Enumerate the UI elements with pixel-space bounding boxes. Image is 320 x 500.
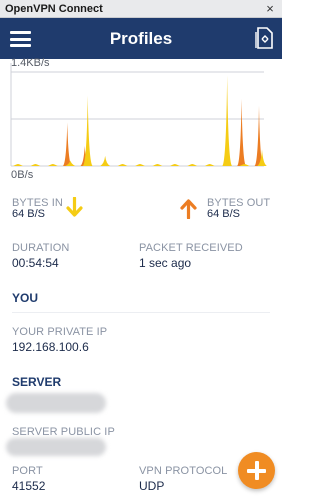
- chart-series-0-peak-11: [204, 163, 215, 166]
- server-name-redacted: [6, 393, 106, 413]
- chart-y-max-label: 1.4KB/s: [11, 58, 50, 69]
- packet-received-label: PACKET RECEIVED: [139, 242, 243, 254]
- chart-series-0-peak-5: [100, 155, 111, 166]
- chart-series-0-peak-1: [30, 163, 41, 166]
- traffic-chart: 1.4KB/s: [10, 58, 267, 167]
- chart-series-0-peak-9: [169, 163, 180, 166]
- window-title: OpenVPN Connect: [5, 3, 103, 15]
- page-title: Profiles: [109, 29, 173, 48]
- bytes-out-value: 64 B/S: [207, 208, 241, 220]
- port-label: PORT: [12, 465, 43, 477]
- chart-series-1-peak-3: [62, 122, 72, 166]
- you-section-title: YOU: [12, 291, 39, 305]
- packet-received-value: 1 sec ago: [139, 256, 192, 270]
- duration-value: 00:54:54: [12, 256, 59, 270]
- vpn-protocol-label: VPN PROTOCOL: [139, 465, 228, 477]
- bytes-out-arrow-icon: [180, 199, 197, 219]
- chart-series-0-peak-2: [47, 163, 58, 166]
- add-profile-button[interactable]: [238, 452, 275, 489]
- server-section-title: SERVER: [12, 375, 62, 389]
- duration-label: DURATION: [12, 242, 70, 254]
- chart-series-1-peak-13: [237, 98, 247, 166]
- chart-series-0-peak-8: [152, 163, 163, 166]
- private-ip-label: YOUR PRIVATE IP: [12, 326, 108, 338]
- bytes-in-arrow-icon: [66, 197, 83, 217]
- you-divider: [12, 312, 270, 313]
- chart-y-min-label: 0B/s: [11, 169, 34, 181]
- port-value: 41552: [12, 479, 46, 493]
- window-titlebar: OpenVPN Connect ×: [0, 0, 282, 18]
- chart-series-0-peak-7: [135, 163, 145, 166]
- chart-series-0-peak-6: [117, 163, 128, 166]
- chart-series-0-peak-0: [13, 163, 23, 166]
- chart-series-0-peak-10: [187, 163, 198, 166]
- close-window-button[interactable]: ×: [262, 0, 278, 18]
- server-public-ip-label: SERVER PUBLIC IP: [12, 426, 115, 438]
- chart-series-0-peak-12: [222, 75, 233, 166]
- bytes-in-value: 64 B/S: [12, 208, 46, 220]
- app-header: Profiles: [0, 18, 282, 59]
- vpn-protocol-value: UDP: [139, 479, 165, 493]
- import-profile-icon[interactable]: [255, 27, 273, 49]
- private-ip-value: 192.168.100.6: [12, 340, 89, 354]
- server-public-ip-redacted: [6, 438, 106, 456]
